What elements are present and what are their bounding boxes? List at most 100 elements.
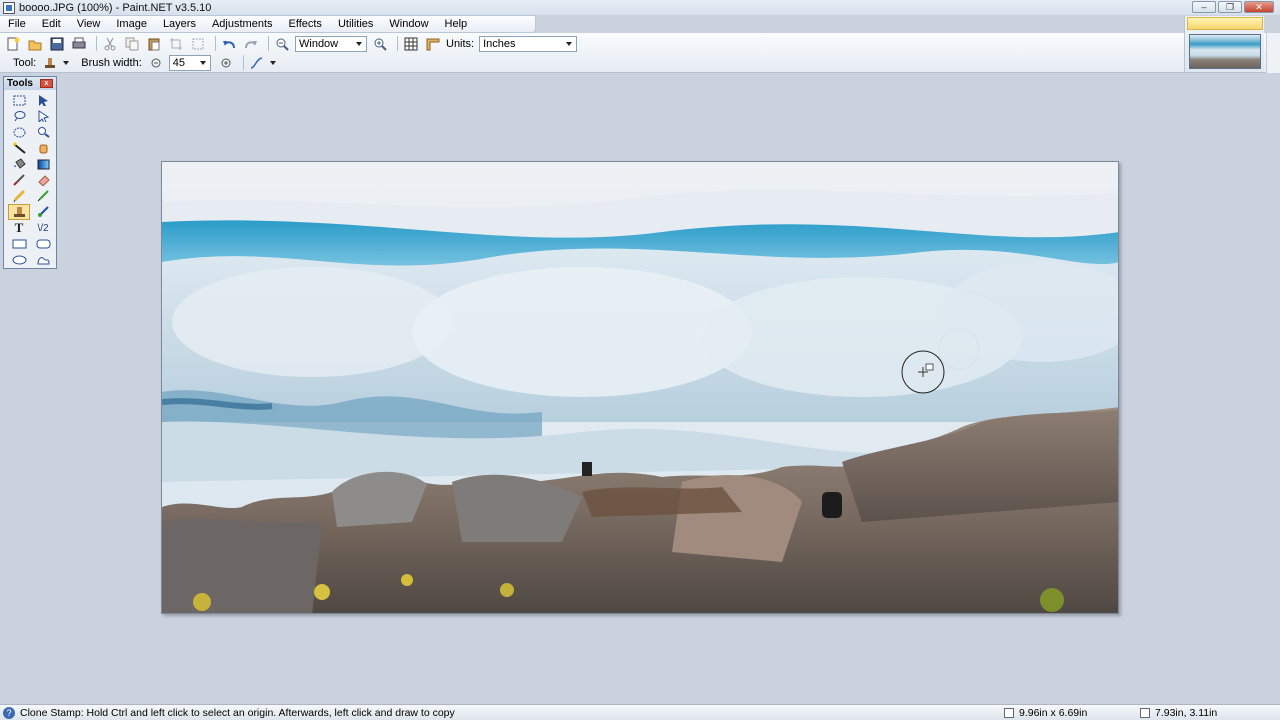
color-picker-tool[interactable] xyxy=(32,188,54,204)
clone-stamp-tool[interactable] xyxy=(8,204,30,220)
image-size-icon xyxy=(1004,708,1014,718)
canvas-image[interactable] xyxy=(162,162,1119,614)
paste-button[interactable] xyxy=(145,36,163,52)
text-tool[interactable]: T xyxy=(8,220,30,236)
copy-icon xyxy=(125,37,139,50)
line-curve-tool[interactable]: \/2 xyxy=(32,220,54,236)
print-icon xyxy=(72,37,86,48)
copy-button[interactable] xyxy=(123,36,141,52)
paintbrush-tool[interactable] xyxy=(8,172,30,188)
paintbrush-icon xyxy=(12,174,25,186)
toolbar-separator xyxy=(96,36,97,51)
move-arrow-icon xyxy=(38,95,48,106)
main-toolbar: Window Units: Inches xyxy=(4,34,578,53)
menu-view[interactable]: View xyxy=(69,18,109,30)
ellipse-tool[interactable] xyxy=(8,252,30,268)
menu-help[interactable]: Help xyxy=(437,18,476,30)
image-canvas[interactable] xyxy=(161,161,1119,614)
tools-window-title: Tools xyxy=(7,78,33,89)
antialias-icon xyxy=(250,56,263,69)
zoom-out-button[interactable] xyxy=(273,36,291,52)
ellipse-select-tool[interactable] xyxy=(8,124,30,140)
chevron-down-icon[interactable] xyxy=(269,60,276,65)
grid-button[interactable] xyxy=(402,36,420,52)
zoom-select[interactable]: Window xyxy=(295,35,367,52)
menu-bar: File Edit View Image Layers Adjustments … xyxy=(0,15,536,33)
menu-effects[interactable]: Effects xyxy=(281,18,330,30)
freeform-shape-tool[interactable] xyxy=(32,252,54,268)
pencil-tool[interactable] xyxy=(8,188,30,204)
antialias-button[interactable] xyxy=(248,55,266,71)
gradient-tool[interactable] xyxy=(32,156,54,172)
pencil-icon xyxy=(13,190,25,202)
close-button[interactable]: ✕ xyxy=(1244,1,1274,13)
zoom-in-button[interactable] xyxy=(371,36,389,52)
plus-icon xyxy=(221,58,231,67)
lasso-select-tool[interactable] xyxy=(8,108,30,124)
menu-image[interactable]: Image xyxy=(108,18,155,30)
menu-utilities[interactable]: Utilities xyxy=(330,18,381,30)
deselect-button[interactable] xyxy=(189,36,207,52)
crop-button[interactable] xyxy=(167,36,185,52)
save-icon xyxy=(50,37,64,50)
zoom-tool[interactable] xyxy=(32,124,54,140)
pan-tool[interactable] xyxy=(32,140,54,156)
status-bar: ? Clone Stamp: Hold Ctrl and left click … xyxy=(0,704,1280,720)
menu-layers[interactable]: Layers xyxy=(155,18,204,30)
image-thumbnail[interactable] xyxy=(1189,34,1261,69)
paint-bucket-tool[interactable] xyxy=(8,156,30,172)
rectangle-select-icon xyxy=(13,95,25,105)
tools-window-header[interactable]: Tools x xyxy=(4,77,56,90)
deselect-icon xyxy=(192,38,204,49)
maximize-button[interactable]: ❐ xyxy=(1218,1,1242,13)
units-select[interactable]: Inches xyxy=(479,35,578,52)
redo-button[interactable] xyxy=(242,36,260,52)
toolbar-area: Window Units: Inches Tool: Brush width: … xyxy=(0,33,1280,73)
brush-width-decrease[interactable] xyxy=(147,55,165,71)
zoom-select-value: Window xyxy=(299,37,339,50)
menu-adjustments[interactable]: Adjustments xyxy=(204,18,281,30)
rectangle-select-tool[interactable] xyxy=(8,92,30,108)
chevron-down-icon[interactable] xyxy=(63,60,70,65)
menu-edit[interactable]: Edit xyxy=(34,18,69,30)
app-icon[interactable] xyxy=(3,1,15,14)
menu-file[interactable]: File xyxy=(0,18,34,30)
print-button[interactable] xyxy=(70,36,88,52)
minimize-button[interactable]: – xyxy=(1192,1,1216,13)
ellipse-shape-icon xyxy=(12,255,26,265)
crop-icon xyxy=(170,37,182,50)
rounded-rectangle-tool[interactable] xyxy=(32,236,54,252)
brush-width-increase[interactable] xyxy=(217,55,235,71)
rulers-button[interactable] xyxy=(424,36,442,52)
title-bar: boooo.JPG (100%) - Paint.NET v3.5.10 – ❐… xyxy=(0,0,1280,15)
recolor-tool[interactable] xyxy=(32,204,54,220)
open-button[interactable] xyxy=(26,36,44,52)
move-selected-tool[interactable] xyxy=(32,92,54,108)
tools-close-button[interactable]: x xyxy=(40,79,53,88)
cursor-position-value: 7.93in, 3.11in xyxy=(1155,707,1218,719)
move-selection-tool[interactable] xyxy=(32,108,54,124)
undo-button[interactable] xyxy=(220,36,238,52)
zoom-in-icon xyxy=(374,38,387,51)
paste-icon xyxy=(148,38,160,50)
minus-icon xyxy=(151,58,161,67)
rectangle-tool[interactable] xyxy=(8,236,30,252)
tool-label: Tool: xyxy=(13,56,37,69)
image-size-readout: 9.96in x 6.69in xyxy=(1004,707,1087,719)
eyedropper-icon xyxy=(37,190,49,202)
thumbnail-tab[interactable] xyxy=(1187,17,1263,30)
new-button[interactable] xyxy=(4,36,22,52)
magic-wand-tool[interactable] xyxy=(8,140,30,156)
recolor-icon xyxy=(37,206,49,217)
brush-width-input[interactable]: 45 xyxy=(168,54,211,71)
save-button[interactable] xyxy=(48,36,66,52)
tool-picker[interactable] xyxy=(41,55,59,71)
menu-window[interactable]: Window xyxy=(381,18,436,30)
clone-stamp-icon xyxy=(13,207,25,217)
ruler-icon xyxy=(426,38,440,50)
tools-window: Tools x T \/2 xyxy=(3,76,57,269)
cut-button[interactable] xyxy=(101,36,119,52)
eraser-tool[interactable] xyxy=(32,172,54,188)
lasso-icon xyxy=(14,111,25,122)
thumbnail-scrollbar[interactable] xyxy=(1266,33,1280,73)
